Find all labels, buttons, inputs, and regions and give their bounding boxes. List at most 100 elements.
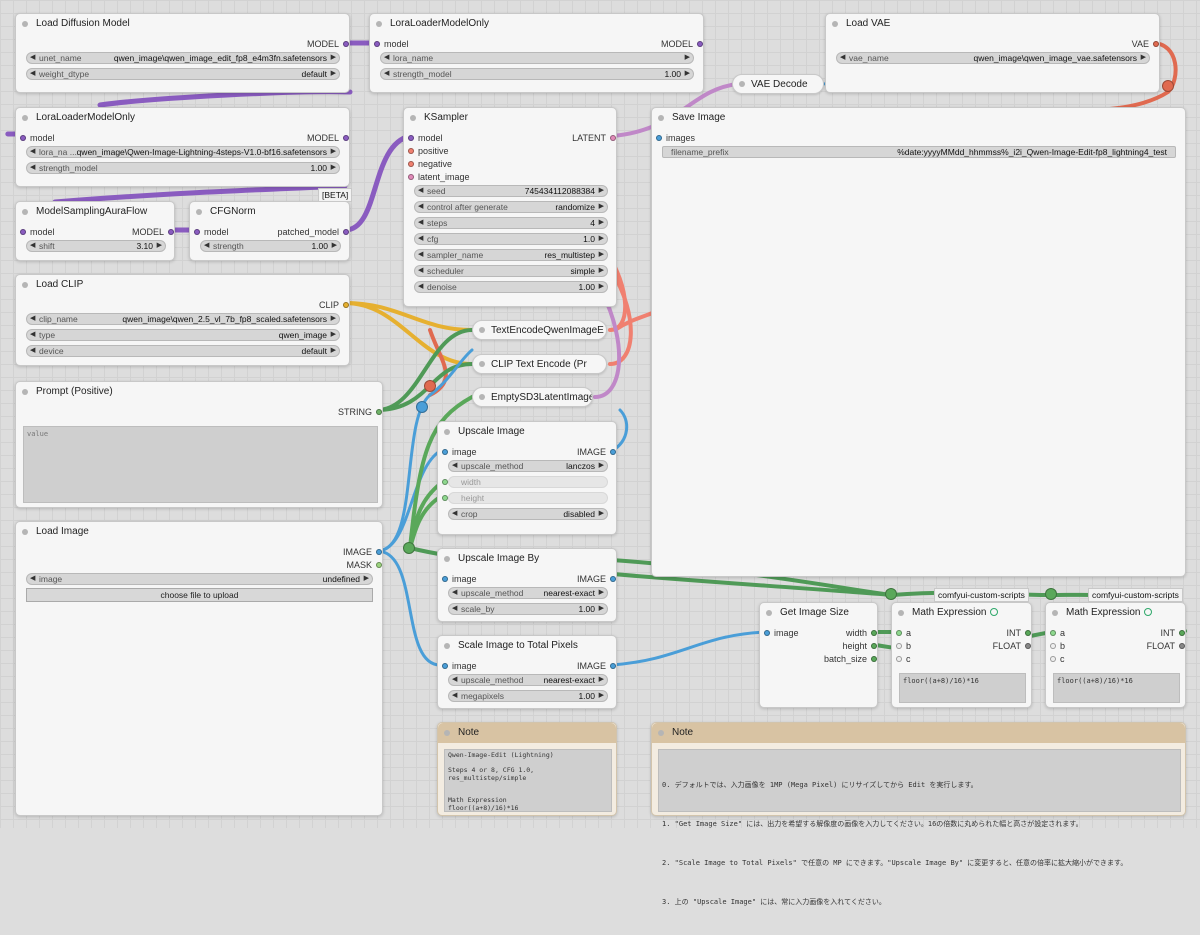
input-b[interactable]: b [1050,640,1100,652]
seed-widget[interactable]: ◀ seed 745434112088384 ▶ [414,185,608,197]
node-upscale-image-by[interactable]: Upscale Image By image IMAGE ◀ upscale_me… [437,548,617,622]
collapse-dot-icon[interactable] [22,21,28,27]
node-cfgnorm[interactable]: CFGNorm model patched_model ◀ strength 1.0… [189,201,350,261]
model-dot-icon[interactable] [408,135,414,141]
scale-by-widget[interactable]: ◀ scale_by 1.00 ▶ [448,603,608,615]
arrow-left-icon[interactable]: ◀ [30,69,35,79]
string-dot-icon[interactable] [376,409,382,415]
input-model[interactable]: model [20,226,90,238]
node-prompt-positive[interactable]: Prompt (Positive) STRING value [15,381,383,508]
node-empty-sd3-latent-image[interactable]: EmptySD3LatentImage [472,387,593,407]
node-lora-loader-2[interactable]: LoraLoaderModelOnly model MODEL ◀ lora_na… [15,107,350,187]
input-dot-icon[interactable] [896,643,902,649]
collapse-dot-icon[interactable] [444,643,450,649]
upscale-method-combo[interactable]: ◀ upscale_method nearest-exact ▶ [448,587,608,599]
input-c[interactable]: c [1050,653,1100,665]
float-dot-icon[interactable] [1025,643,1031,649]
output-image[interactable]: IMAGE [546,573,616,585]
sampler-name-combo[interactable]: ◀ sampler_name res_multistep ▶ [414,249,608,261]
output-model[interactable]: MODEL [139,38,349,50]
output-patched-model[interactable]: patched_model [249,226,349,238]
arrow-right-icon[interactable]: ▶ [331,69,336,79]
crop-combo[interactable]: ◀ crop disabled ▶ [448,508,608,520]
arrow-left-icon[interactable]: ◀ [30,574,35,584]
lora-name-combo[interactable]: ◀ lora_na ... qwen_image\Qwen-Image-Lightn… [26,146,340,158]
node-model-sampling-auraflow[interactable]: ModelSamplingAuraFlow model MODEL ◀ shift… [15,201,175,261]
arrow-left-icon[interactable]: ◀ [418,186,423,196]
latent-dot-icon[interactable] [408,174,414,180]
vae-dot-icon[interactable] [1153,41,1159,47]
model-dot-icon[interactable] [168,229,174,235]
note-textarea[interactable]: 0. デフォルトでは、入力画像を 1MP (Mega Pixel) にリサイズし… [658,749,1181,906]
node-math-expression-2[interactable]: Math Expression a INT b FLOAT c floor((a… [1045,602,1186,708]
node-ksampler[interactable]: KSampler model LATENT positive negative … [403,107,617,307]
arrow-left-icon[interactable]: ◀ [384,69,389,79]
arrow-left-icon[interactable]: ◀ [30,346,35,356]
collapse-dot-icon[interactable] [658,115,664,121]
output-image[interactable]: IMAGE [546,660,616,672]
int-dot-icon[interactable] [871,630,877,636]
output-mask[interactable]: MASK [272,559,382,571]
input-positive[interactable]: positive [408,145,518,157]
collapse-dot-icon[interactable] [22,209,28,215]
output-float[interactable]: FLOAT [1125,640,1185,652]
input-model[interactable]: model [374,38,484,50]
choose-file-button[interactable]: choose file to upload [26,588,373,602]
arrow-right-icon[interactable]: ▶ [332,241,337,251]
arrow-right-icon[interactable]: ▶ [599,604,604,614]
arrow-right-icon[interactable]: ▶ [599,675,604,685]
node-math-expression-1[interactable]: Math Expression a INT b FLOAT c floor((a… [891,602,1032,708]
arrow-right-icon[interactable]: ▶ [331,163,336,173]
output-int[interactable]: INT [971,627,1031,639]
input-model[interactable]: model [408,132,518,144]
strength-model-slider[interactable]: ◀ strength_model 1.00 ▶ [380,68,694,80]
width-widget[interactable]: width [448,476,608,488]
image-dot-icon[interactable] [610,576,616,582]
arrow-left-icon[interactable]: ◀ [418,202,423,212]
model-dot-icon[interactable] [343,135,349,141]
prompt-textarea[interactable]: value [23,426,378,503]
node-lora-loader-1[interactable]: LoraLoaderModelOnly model MODEL ◀ lora_na… [369,13,704,93]
arrow-right-icon[interactable]: ▶ [599,250,604,260]
image-dot-icon[interactable] [656,135,662,141]
reroute-dot-int[interactable] [403,542,415,554]
arrow-left-icon[interactable]: ◀ [452,675,457,685]
arrow-left-icon[interactable]: ◀ [418,218,423,228]
arrow-left-icon[interactable]: ◀ [418,250,423,260]
node-upscale-image[interactable]: Upscale Image image IMAGE ◀ upscale_metho… [437,421,617,535]
node-text-encode-qwen-image-edit[interactable]: TextEncodeQwenImageE [472,320,607,340]
arrow-left-icon[interactable]: ◀ [30,330,35,340]
arrow-left-icon[interactable]: ◀ [452,588,457,598]
clip-dot-icon[interactable] [343,302,349,308]
output-vae[interactable]: VAE [1049,38,1159,50]
filename-prefix-input[interactable]: filename_prefix %date:yyyyMMdd_hhmmss%_i2… [662,146,1176,158]
arrow-right-icon[interactable]: ▶ [685,53,690,63]
input-image[interactable]: image [442,573,512,585]
arrow-right-icon[interactable]: ▶ [599,234,604,244]
float-dot-icon[interactable] [1179,643,1185,649]
upscale-method-combo[interactable]: ◀ upscale_method nearest-exact ▶ [448,674,608,686]
control-after-generate-combo[interactable]: ◀ control after generate randomize ▶ [414,201,608,213]
input-negative[interactable]: negative [408,158,518,170]
denoise-widget[interactable]: ◀ denoise 1.00 ▶ [414,281,608,293]
arrow-right-icon[interactable]: ▶ [599,202,604,212]
input-images[interactable]: images [656,132,766,144]
input-dot-icon[interactable] [896,656,902,662]
collapse-dot-icon[interactable] [22,389,28,395]
clip-name-combo[interactable]: ◀ clip_name qwen_image\qwen_2.5_vl_7b_fp8_… [26,313,340,325]
conditioning-dot-icon[interactable] [408,148,414,154]
collapse-dot-icon[interactable] [196,209,202,215]
collapse-dot-icon[interactable] [479,361,485,367]
input-c[interactable]: c [896,653,946,665]
arrow-left-icon[interactable]: ◀ [384,53,389,63]
strength-widget[interactable]: ◀ strength 1.00 ▶ [200,240,341,252]
reroute-dot-vae-2[interactable] [424,380,436,392]
collapse-dot-icon[interactable] [22,529,28,535]
input-dot-icon[interactable] [1050,643,1056,649]
node-load-diffusion-model[interactable]: Load Diffusion Model MODEL ◀ unet_name qwe… [15,13,350,93]
collapse-dot-icon[interactable] [444,429,450,435]
arrow-left-icon[interactable]: ◀ [418,282,423,292]
input-image[interactable]: image [442,660,512,672]
reroute-dot-vae[interactable] [1162,80,1174,92]
scheduler-combo[interactable]: ◀ scheduler simple ▶ [414,265,608,277]
